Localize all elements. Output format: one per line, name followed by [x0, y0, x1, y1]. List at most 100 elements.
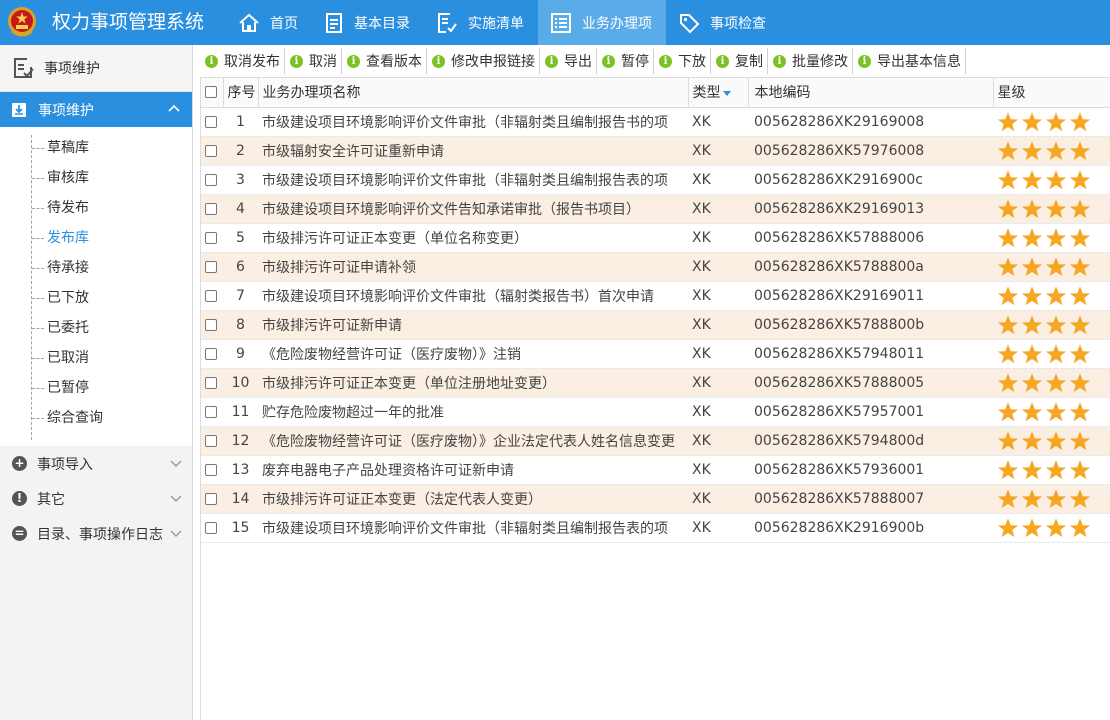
- row-select-cell: [201, 368, 223, 398]
- table-row[interactable]: 1 市级建设项目环境影响评价文件审批（非辐射类且编制报告书的项 XK 00562828…: [201, 107, 1110, 137]
- pause-button[interactable]: i 暂停: [597, 48, 654, 74]
- sidebar-group-logs[interactable]: = 目录、事项操作日志: [0, 516, 192, 551]
- row-name[interactable]: 贮存危险废物超过一年的批准: [258, 397, 688, 427]
- nav-checklist[interactable]: 实施清单: [424, 0, 538, 45]
- table-row[interactable]: 5 市级排污许可证正本变更（单位名称变更） XK 005628286XK5788800…: [201, 223, 1110, 253]
- row-code: 005628286XK5788800a: [748, 252, 993, 282]
- star-icon: [997, 314, 1019, 334]
- row-name[interactable]: 市级建设项目环境影响评价文件审批（非辐射类且编制报告书的项: [258, 107, 688, 137]
- row-name[interactable]: 市级排污许可证正本变更（单位注册地址变更）: [258, 368, 688, 398]
- star-icon: [1069, 111, 1091, 131]
- row-checkbox[interactable]: [205, 463, 217, 476]
- delegate-down-button[interactable]: i 下放: [654, 48, 711, 74]
- batch-edit-button[interactable]: i 批量修改: [768, 48, 853, 74]
- nav-home[interactable]: 首页: [226, 0, 312, 45]
- sidebar-item-cancelled[interactable]: 已取消: [0, 343, 192, 373]
- row-checkbox[interactable]: [205, 521, 217, 534]
- sidebar-item-draft[interactable]: 草稿库: [0, 133, 192, 163]
- sidebar-item-paused[interactable]: 已暂停: [0, 373, 192, 403]
- button-label: 导出: [564, 54, 592, 70]
- select-all-checkbox[interactable]: [205, 86, 217, 99]
- plus-circle-icon: +: [12, 456, 27, 471]
- home-icon: [239, 13, 259, 32]
- table-row[interactable]: 11 贮存危险废物超过一年的批准 XK 005628286XK57957001: [201, 397, 1110, 427]
- row-checkbox[interactable]: [205, 434, 217, 447]
- table-row[interactable]: 2 市级辐射安全许可证重新申请 XK 005628286XK57976008: [201, 136, 1110, 166]
- nav-catalog[interactable]: 基本目录: [312, 0, 424, 45]
- button-label: 下放: [678, 54, 706, 70]
- star-icon: [997, 372, 1019, 392]
- table-row[interactable]: 10 市级排污许可证正本变更（单位注册地址变更） XK 005628286XK5788…: [201, 368, 1110, 398]
- sidebar-item-pending-publish[interactable]: 待发布: [0, 193, 192, 223]
- row-name[interactable]: 市级排污许可证申请补领: [258, 252, 688, 282]
- row-name[interactable]: 市级辐射安全许可证重新申请: [258, 136, 688, 166]
- row-checkbox[interactable]: [205, 405, 217, 418]
- star-icon: [1045, 285, 1067, 305]
- row-name[interactable]: 废弃电器电子产品处理资格许可证新申请: [258, 455, 688, 485]
- table-row[interactable]: 15 市级建设项目环境影响评价文件审批（非辐射类且编制报告表的项 XK 0056282…: [201, 513, 1110, 543]
- column-header-type[interactable]: 类型: [688, 78, 749, 108]
- row-name[interactable]: 市级建设项目环境影响评价文件审批（非辐射类且编制报告表的项: [258, 513, 688, 543]
- chevron-down-icon: [170, 460, 182, 467]
- cancel-button[interactable]: i 取消: [285, 48, 342, 74]
- export-basic-info-button[interactable]: i 导出基本信息: [853, 48, 966, 74]
- star-icon: [1069, 401, 1091, 421]
- row-name[interactable]: 市级建设项目环境影响评价文件审批（非辐射类且编制报告表的项: [258, 165, 688, 195]
- view-version-button[interactable]: i 查看版本: [342, 48, 427, 74]
- table-row[interactable]: 8 市级排污许可证新申请 XK 005628286XK5788800b: [201, 310, 1110, 340]
- button-label: 查看版本: [366, 54, 422, 70]
- row-checkbox[interactable]: [205, 115, 217, 128]
- table-row[interactable]: 3 市级建设项目环境影响评价文件审批（非辐射类且编制报告表的项 XK 00562828…: [201, 165, 1110, 195]
- row-code: 005628286XK5788800b: [748, 310, 993, 340]
- table-row[interactable]: 6 市级排污许可证申请补领 XK 005628286XK5788800a: [201, 252, 1110, 282]
- row-name[interactable]: 市级建设项目环境影响评价文件审批（辐射类报告书）首次申请: [258, 281, 688, 311]
- table-row[interactable]: 7 市级建设项目环境影响评价文件审批（辐射类报告书）首次申请 XK 005628286…: [201, 281, 1110, 311]
- sidebar-item-query[interactable]: 综合查询: [0, 403, 192, 433]
- table-row[interactable]: 9 《危险废物经营许可证（医疗废物）》注销 XK 005628286XK5794801…: [201, 339, 1110, 369]
- export-button[interactable]: i 导出: [540, 48, 597, 74]
- sidebar-header[interactable]: 事项维护: [0, 45, 192, 92]
- sidebar-item-delegated-down[interactable]: 已下放: [0, 283, 192, 313]
- edit-link-button[interactable]: i 修改申报链接: [427, 48, 540, 74]
- cancel-publish-button[interactable]: i 取消发布: [200, 48, 285, 74]
- star-icon: [1021, 401, 1043, 421]
- row-checkbox[interactable]: [205, 202, 217, 215]
- table-row[interactable]: 4 市级建设项目环境影响评价文件告知承诺审批（报告书项目） XK 005628286X…: [201, 194, 1110, 224]
- sidebar-group-other[interactable]: ! 其它: [0, 481, 192, 516]
- row-stars: [993, 513, 1110, 543]
- row-checkbox[interactable]: [205, 289, 217, 302]
- table-row[interactable]: 12 《危险废物经营许可证（医疗废物）》企业法定代表人姓名信息变更 XK 005628…: [201, 426, 1110, 456]
- sidebar-item-published[interactable]: 发布库: [0, 223, 192, 253]
- sidebar-item-entrusted[interactable]: 已委托: [0, 313, 192, 343]
- star-icon: [1069, 459, 1091, 479]
- star-icon: [1069, 343, 1091, 363]
- sidebar-item-pending-accept[interactable]: 待承接: [0, 253, 192, 283]
- row-name[interactable]: 《危险废物经营许可证（医疗废物）》企业法定代表人姓名信息变更: [258, 426, 688, 456]
- sidebar-group-import[interactable]: + 事项导入: [0, 446, 192, 481]
- info-icon: i: [716, 54, 729, 68]
- sidebar-item-review[interactable]: 审核库: [0, 163, 192, 193]
- row-name[interactable]: 市级排污许可证正本变更（法定代表人变更）: [258, 484, 688, 514]
- row-checkbox[interactable]: [205, 173, 217, 186]
- row-checkbox[interactable]: [205, 347, 217, 360]
- table-row[interactable]: 13 废弃电器电子产品处理资格许可证新申请 XK 005628286XK5793600…: [201, 455, 1110, 485]
- row-checkbox[interactable]: [205, 260, 217, 273]
- info-icon: i: [659, 54, 672, 68]
- row-checkbox[interactable]: [205, 144, 217, 157]
- row-checkbox[interactable]: [205, 376, 217, 389]
- table-row[interactable]: 14 市级排污许可证正本变更（法定代表人变更） XK 005628286XK57888…: [201, 484, 1110, 514]
- nav-item-inspection[interactable]: 事项检查: [666, 0, 780, 45]
- row-name[interactable]: 市级建设项目环境影响评价文件告知承诺审批（报告书项目）: [258, 194, 688, 224]
- row-checkbox[interactable]: [205, 492, 217, 505]
- star-icon: [1021, 430, 1043, 450]
- row-name[interactable]: 市级排污许可证正本变更（单位名称变更）: [258, 223, 688, 253]
- copy-button[interactable]: i 复制: [711, 48, 768, 74]
- row-code: 005628286XK29169008: [748, 107, 993, 137]
- nav-business-items[interactable]: 业务办理项: [538, 0, 666, 45]
- row-name[interactable]: 市级排污许可证新申请: [258, 310, 688, 340]
- button-label: 暂停: [621, 54, 649, 70]
- row-name[interactable]: 《危险废物经营许可证（医疗废物）》注销: [258, 339, 688, 369]
- row-checkbox[interactable]: [205, 318, 217, 331]
- sidebar-group-maintenance[interactable]: 事项维护: [0, 92, 192, 127]
- row-checkbox[interactable]: [205, 231, 217, 244]
